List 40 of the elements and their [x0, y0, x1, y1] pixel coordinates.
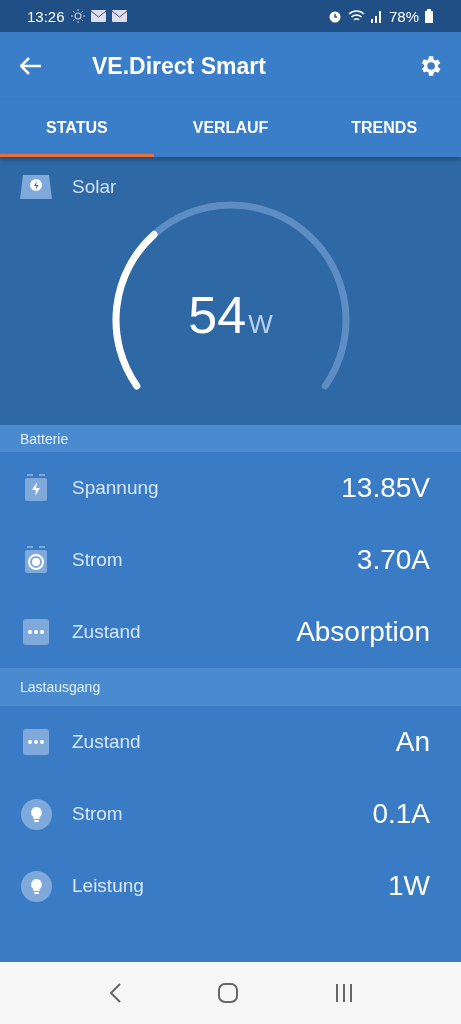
row-value: 0.1A: [372, 798, 430, 830]
sun-icon: [70, 9, 85, 23]
row-label: Zustand: [72, 731, 142, 753]
row-label: Spannung: [72, 477, 160, 499]
row-label: Leistung: [72, 875, 145, 897]
solar-power-unit: W: [248, 309, 273, 340]
section-header: Lastausgang: [0, 668, 461, 706]
tab[interactable]: TRENDS: [307, 100, 461, 157]
status-time: 13:26: [27, 7, 65, 25]
row-value: Absorption: [296, 616, 430, 648]
back-icon[interactable]: [107, 982, 122, 1004]
bulb-icon: [20, 870, 52, 902]
alarm-icon: [327, 9, 342, 23]
solar-panel-icon: [20, 175, 52, 199]
mail-icon: [90, 10, 106, 22]
battery-icon: [23, 546, 49, 574]
row-label: Strom: [72, 803, 124, 825]
section-header: Batterie: [0, 425, 461, 452]
bulb-icon: [20, 798, 52, 830]
row-label: Strom: [72, 549, 124, 571]
wifi-icon: [347, 9, 365, 23]
recents-icon[interactable]: [333, 983, 354, 1003]
row-value: 3.70A: [356, 544, 430, 576]
battery-percent: 78%: [388, 7, 419, 25]
more-icon: [23, 619, 49, 645]
solar-power-value: 54: [188, 285, 247, 345]
battery-icon: [23, 474, 49, 502]
tab[interactable]: VERLAUF: [153, 100, 308, 157]
row-value: An: [395, 726, 430, 758]
home-icon[interactable]: [216, 982, 239, 1004]
app-title: VE.Direct Smart: [92, 52, 267, 80]
row-label: Zustand: [72, 621, 142, 643]
mail-icon: [111, 10, 127, 22]
more-icon: [23, 729, 49, 755]
solar-label: Solar: [72, 176, 117, 198]
row-value: 1W: [388, 870, 430, 902]
signal-icon: [370, 9, 383, 23]
row-value: 13.85V: [341, 472, 430, 504]
battery-icon: [425, 9, 433, 23]
back-arrow-icon[interactable]: [20, 57, 42, 75]
